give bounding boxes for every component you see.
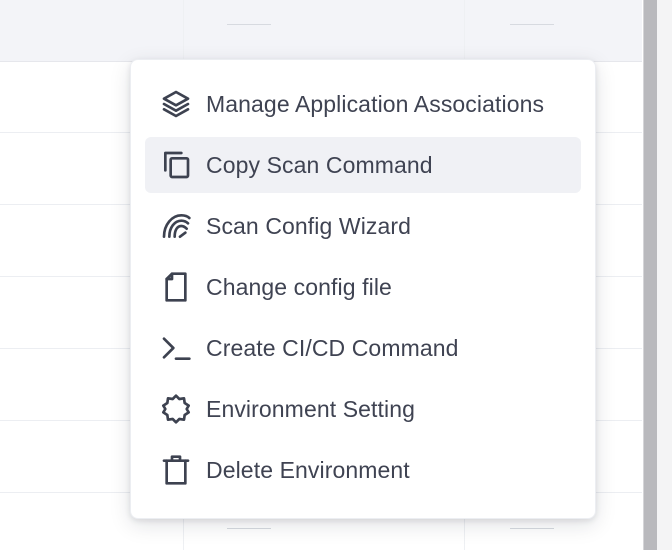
empty-cell-dash — [227, 24, 271, 25]
copy-icon — [159, 148, 193, 182]
environment-actions-menu: Manage Application Associations Copy Sca… — [130, 59, 596, 519]
menu-item-scan-config-wizard[interactable]: Scan Config Wizard — [145, 198, 581, 254]
gear-icon — [159, 392, 193, 426]
table-header-row — [0, 0, 642, 62]
menu-item-environment-setting[interactable]: Environment Setting — [145, 381, 581, 437]
menu-item-label: Change config file — [206, 273, 392, 300]
menu-list: Manage Application Associations Copy Sca… — [145, 76, 581, 503]
menu-item-manage-application-associations[interactable]: Manage Application Associations — [145, 76, 581, 132]
terminal-icon — [159, 331, 193, 365]
trash-icon — [159, 453, 193, 487]
menu-item-create-ci-cd-command[interactable]: Create CI/CD Command — [145, 320, 581, 376]
layers-icon — [159, 87, 193, 121]
menu-item-copy-scan-command[interactable]: Copy Scan Command — [145, 137, 581, 193]
menu-item-change-config-file[interactable]: Change config file — [145, 259, 581, 315]
empty-cell-dash — [510, 528, 554, 529]
menu-item-label: Scan Config Wizard — [206, 212, 412, 239]
empty-cell-dash — [510, 24, 554, 25]
menu-item-label: Copy Scan Command — [206, 151, 433, 178]
empty-cell-dash — [227, 528, 271, 529]
menu-item-label: Environment Setting — [206, 395, 416, 422]
wizard-arc-icon — [159, 209, 193, 243]
menu-item-label: Delete Environment — [206, 456, 410, 483]
scrollbar-edge — [657, 0, 672, 550]
menu-item-label: Manage Application Associations — [206, 90, 545, 117]
screen: Manage Application Associations Copy Sca… — [0, 0, 672, 550]
scrollbar-thumb[interactable] — [643, 0, 658, 550]
menu-item-label: Create CI/CD Command — [206, 334, 459, 361]
menu-item-delete-environment[interactable]: Delete Environment — [145, 442, 581, 498]
file-icon — [159, 270, 193, 304]
